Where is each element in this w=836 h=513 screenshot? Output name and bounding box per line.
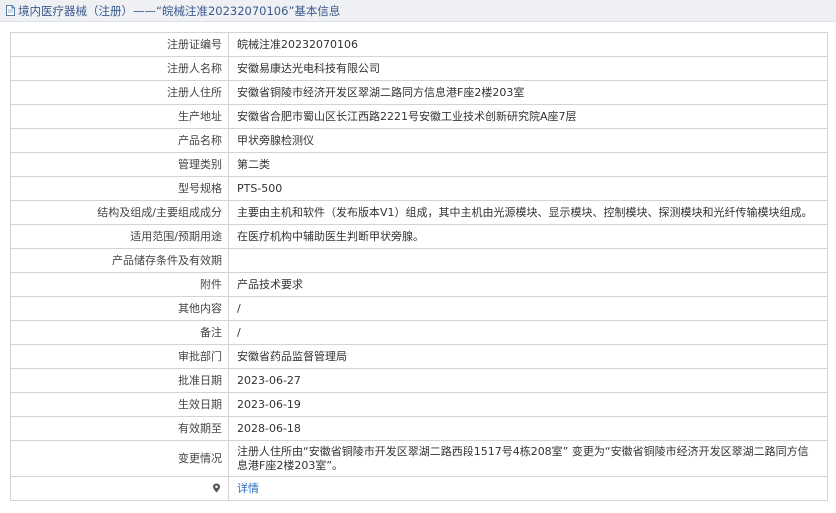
info-row-remarks: 备注 / bbox=[10, 320, 828, 345]
field-label: 变更情况 bbox=[10, 440, 229, 477]
field-label: 生产地址 bbox=[10, 104, 229, 129]
info-row-product-name: 产品名称 甲状旁腺检测仪 bbox=[10, 128, 828, 153]
field-value: 2023-06-27 bbox=[228, 368, 828, 393]
field-value: 安徽省合肥市蜀山区长江西路2221号安徽工业技术创新研究院A座7层 bbox=[228, 104, 828, 129]
page-title: 境内医疗器械（注册）——“皖械注准20232070106”基本信息 bbox=[18, 3, 341, 18]
info-row-approval-department: 审批部门 安徽省药品监督管理局 bbox=[10, 344, 828, 369]
field-label: 适用范围/预期用途 bbox=[10, 224, 229, 249]
field-value: 甲状旁腺检测仪 bbox=[228, 128, 828, 153]
field-value: 安徽省铜陵市经济开发区翠湖二路同方信息港F座2楼203室 bbox=[228, 80, 828, 105]
field-label: 结构及组成/主要组成成分 bbox=[10, 200, 229, 225]
info-row-approval-date: 批准日期 2023-06-27 bbox=[10, 368, 828, 393]
field-value: 安徽省药品监督管理局 bbox=[228, 344, 828, 369]
field-value bbox=[228, 248, 828, 273]
info-row-attachments: 附件 产品技术要求 bbox=[10, 272, 828, 297]
field-value: 第二类 bbox=[228, 152, 828, 177]
detail-label-cell bbox=[10, 476, 229, 501]
field-label: 审批部门 bbox=[10, 344, 229, 369]
info-row-management-category: 管理类别 第二类 bbox=[10, 152, 828, 177]
info-row-registration-number: 注册证编号 皖械注准20232070106 bbox=[10, 32, 828, 57]
field-value: 在医疗机构中辅助医生判断甲状旁腺。 bbox=[228, 224, 828, 249]
info-row-other-content: 其他内容 / bbox=[10, 296, 828, 321]
field-value: 2023-06-19 bbox=[228, 392, 828, 417]
field-label: 有效期至 bbox=[10, 416, 229, 441]
registration-info-table: 注册证编号 皖械注准20232070106 注册人名称 安徽易康达光电科技有限公司 注册… bbox=[10, 32, 828, 501]
field-label: 注册人名称 bbox=[10, 56, 229, 81]
info-row-model-spec: 型号规格 PTS-500 bbox=[10, 176, 828, 201]
field-label: 备注 bbox=[10, 320, 229, 345]
field-label: 管理类别 bbox=[10, 152, 229, 177]
info-row-change-history: 变更情况 注册人住所由“安徽省铜陵市开发区翠湖二路西段1517号4栋208室” 变… bbox=[10, 440, 828, 477]
info-row-registrant-address: 注册人住所 安徽省铜陵市经济开发区翠湖二路同方信息港F座2楼203室 bbox=[10, 80, 828, 105]
field-label: 其他内容 bbox=[10, 296, 229, 321]
detail-link[interactable]: 详情 bbox=[237, 482, 259, 495]
field-label: 批准日期 bbox=[10, 368, 229, 393]
field-value: / bbox=[228, 296, 828, 321]
field-label: 产品储存条件及有效期 bbox=[10, 248, 229, 273]
field-label: 附件 bbox=[10, 272, 229, 297]
field-value: 注册人住所由“安徽省铜陵市开发区翠湖二路西段1517号4栋208室” 变更为“安… bbox=[228, 440, 828, 477]
detail-value-cell: 详情 bbox=[228, 476, 828, 501]
location-pin-icon bbox=[212, 483, 221, 493]
field-label: 型号规格 bbox=[10, 176, 229, 201]
field-label: 产品名称 bbox=[10, 128, 229, 153]
field-value: 2028-06-18 bbox=[228, 416, 828, 441]
info-row-intended-use: 适用范围/预期用途 在医疗机构中辅助医生判断甲状旁腺。 bbox=[10, 224, 828, 249]
field-value: 皖械注准20232070106 bbox=[228, 32, 828, 57]
detail-row: 详情 bbox=[10, 476, 828, 501]
field-value: 产品技术要求 bbox=[228, 272, 828, 297]
info-row-storage-conditions: 产品储存条件及有效期 bbox=[10, 248, 828, 273]
info-row-expiry-date: 有效期至 2028-06-18 bbox=[10, 416, 828, 441]
field-value: / bbox=[228, 320, 828, 345]
field-label: 注册证编号 bbox=[10, 32, 229, 57]
info-row-effective-date: 生效日期 2023-06-19 bbox=[10, 392, 828, 417]
field-value: PTS-500 bbox=[228, 176, 828, 201]
info-row-structure-composition: 结构及组成/主要组成成分 主要由主机和软件（发布版本V1）组成，其中主机由光源模块… bbox=[10, 200, 828, 225]
info-row-registrant-name: 注册人名称 安徽易康达光电科技有限公司 bbox=[10, 56, 828, 81]
document-icon bbox=[6, 5, 15, 16]
field-value: 安徽易康达光电科技有限公司 bbox=[228, 56, 828, 81]
field-label: 注册人住所 bbox=[10, 80, 229, 105]
page-header: 境内医疗器械（注册）——“皖械注准20232070106”基本信息 bbox=[0, 0, 836, 22]
info-row-production-address: 生产地址 安徽省合肥市蜀山区长江西路2221号安徽工业技术创新研究院A座7层 bbox=[10, 104, 828, 129]
field-value: 主要由主机和软件（发布版本V1）组成，其中主机由光源模块、显示模块、控制模块、探… bbox=[228, 200, 828, 225]
field-label: 生效日期 bbox=[10, 392, 229, 417]
